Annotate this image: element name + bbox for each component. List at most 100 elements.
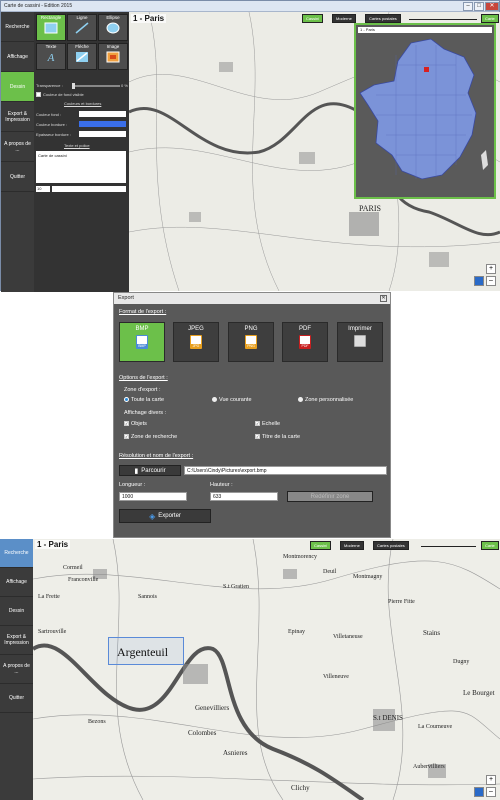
bottom-map-view[interactable]: 1 - Paris Cassini Moderne Cartes postale… [33, 539, 500, 800]
place-aubervilliers-label: Aubervilliers [413, 764, 445, 770]
bottom-tab-moderne[interactable]: Moderne [340, 541, 364, 550]
tool-ligne[interactable]: Ligne [67, 14, 97, 41]
minimize-button[interactable]: – [463, 1, 473, 11]
france-minimap[interactable] [356, 35, 494, 197]
zone-personnalisee-label: Zone personnalisée [305, 397, 354, 403]
selection-rectangle[interactable]: Argenteuil [108, 637, 184, 665]
tool-texte[interactable]: Texte A [36, 43, 66, 70]
zone-toute-carte[interactable]: Toute la carte [124, 397, 164, 403]
bottom-zoom-in-button[interactable]: + [486, 775, 496, 785]
opt-echelle-checkbox[interactable]: ✓ [255, 421, 260, 427]
place-la-courneuve-label: La Courneuve [418, 724, 453, 730]
opt-zone-recherche-checkbox[interactable]: ✓ [124, 434, 129, 440]
maximize-button[interactable]: □ [474, 1, 484, 11]
export-path-input[interactable]: C:\Users\Cindy\Pictures\export.bmp [184, 466, 387, 475]
place-montmagny-label: Montmagny [353, 574, 383, 580]
map-view[interactable]: 1 - Paris PARIS Cassini Moderne Cartes p… [129, 12, 500, 291]
tool-ellipse-label: Ellipse [106, 15, 120, 20]
fond-visible-checkbox[interactable] [36, 92, 41, 98]
drawing-tool-panel: Rectangle Ligne Ellipse Texte A Flèche I… [34, 12, 129, 292]
place-bezons-label: Bezons [88, 719, 106, 725]
place-pierre-fitte-label: Pierre Fitte [388, 599, 415, 605]
exporter-button[interactable]: ◈ Exporter [119, 509, 211, 523]
tab-cassini[interactable]: Cassini [302, 14, 324, 23]
minimap-select[interactable]: 1 - Paris [358, 27, 492, 33]
couleurs-link[interactable]: Couleurs et bordures [64, 101, 101, 106]
font-family-select[interactable] [52, 186, 126, 192]
tool-texte-label: Texte [45, 44, 57, 49]
opt-titre-carte[interactable]: ✓ Titre de la carte [255, 434, 300, 440]
tab-cartes-postales[interactable]: Cartes postales [365, 14, 401, 23]
nav-recherche[interactable]: Recherche [1, 12, 34, 42]
couleur-fond-swatch[interactable] [79, 111, 126, 117]
opt-echelle[interactable]: ✓ Echelle [255, 421, 280, 427]
bottom-nav-quitter[interactable]: Quitter [0, 684, 33, 713]
texte-textarea[interactable]: Carte de cassini [36, 151, 126, 183]
rectangle-icon [37, 22, 65, 38]
zone-vue-courante[interactable]: Vue courante [212, 397, 252, 403]
zone-personnalisee[interactable]: Zone personnalisée [298, 397, 353, 403]
nav-affichage[interactable]: Affichage [1, 42, 34, 72]
format-bmp[interactable]: BMP BMP [119, 322, 165, 362]
opt-zone-recherche[interactable]: ✓ Zone de recherche [124, 434, 177, 440]
png-file-icon: PNG [245, 335, 257, 349]
texte-police-link[interactable]: Texte et police [64, 143, 90, 148]
tool-fleche[interactable]: Flèche [67, 43, 97, 70]
bottom-nav-export[interactable]: Export & Impression [0, 626, 33, 655]
zone-vue-courante-radio[interactable] [212, 397, 217, 403]
tool-rectangle[interactable]: Rectangle [36, 14, 66, 41]
format-imprimer[interactable]: Imprimer [337, 322, 383, 362]
nav-a-propos[interactable]: A propos de ... [1, 132, 34, 162]
bottom-tab-cartes-postales[interactable]: Cartes postales [373, 541, 409, 550]
couleur-bordure-swatch[interactable] [79, 121, 126, 127]
parcourir-button[interactable]: ▮ Parcourir [119, 465, 181, 476]
hauteur-input[interactable]: 633 [210, 492, 278, 501]
nav-export[interactable]: Export & Impression [1, 102, 34, 132]
transparence-slider-handle[interactable] [72, 83, 75, 89]
tab-moderne[interactable]: Moderne [332, 14, 356, 23]
fond-visible-checkbox-row[interactable]: Couleur de fond visible [36, 92, 84, 98]
left-nav: Recherche Affichage Dessin Export & Impr… [1, 12, 34, 292]
zoom-in-button[interactable]: + [486, 264, 496, 274]
transparence-slider[interactable] [72, 85, 120, 87]
image-icon [99, 51, 127, 67]
bottom-tab-cassini[interactable]: Cassini [310, 541, 332, 550]
opt-objets-checkbox[interactable]: ✓ [124, 421, 129, 427]
zone-personnalisee-radio[interactable] [298, 397, 303, 403]
bottom-nav-affichage[interactable]: Affichage [0, 568, 33, 597]
bottom-app-window: Recherche Affichage Dessin Export & Impr… [0, 539, 500, 800]
format-png[interactable]: PNG PNG [228, 322, 274, 362]
redefinir-zone-button[interactable]: Redéfinir zone [287, 491, 373, 502]
epaisseur-input[interactable] [79, 131, 126, 137]
hauteur-label: Hauteur : [210, 482, 233, 488]
opt-titre-carte-checkbox[interactable]: ✓ [255, 434, 260, 440]
nav-dessin[interactable]: Dessin [1, 72, 34, 102]
zone-toute-carte-radio[interactable] [124, 397, 129, 403]
exporter-button-label: Exporter [158, 513, 181, 519]
layers-button[interactable] [474, 276, 484, 286]
longueur-input[interactable]: 1000 [119, 492, 187, 501]
carte-button[interactable]: Carte [481, 14, 499, 23]
place-franconville-label: Franconville [68, 577, 99, 583]
transparence-label: Transparence : [36, 83, 63, 88]
nav-quitter[interactable]: Quitter [1, 162, 34, 192]
bottom-layers-button[interactable] [474, 787, 484, 797]
bottom-zoom-out-button[interactable]: – [486, 787, 496, 797]
format-png-label: PNG [244, 326, 258, 332]
bottom-carte-button[interactable]: Carte [481, 541, 499, 550]
format-jpeg[interactable]: JPEG JPG [173, 322, 219, 362]
opt-objets[interactable]: ✓ Objets [124, 421, 147, 427]
tool-ellipse[interactable]: Ellipse [98, 14, 128, 41]
bottom-nav-dessin[interactable]: Dessin [0, 597, 33, 626]
font-size-select[interactable]: 10 [36, 186, 50, 192]
bottom-nav-a-propos[interactable]: A propos de ... [0, 655, 33, 684]
tool-image[interactable]: Image [98, 43, 128, 70]
place-stains-label: Stains [423, 629, 441, 637]
bottom-nav-recherche[interactable]: Recherche [0, 539, 33, 568]
close-button[interactable]: ✕ [485, 1, 499, 11]
window-titlebar: Carte de cassini - Edition 2015 – □ ✕ [1, 1, 499, 12]
export-dialog-close-button[interactable]: ✕ [380, 295, 387, 302]
zoom-out-button[interactable]: – [486, 276, 496, 286]
epaisseur-label: Epaisseur bordure : [36, 132, 71, 137]
format-pdf[interactable]: PDF PDF [282, 322, 328, 362]
